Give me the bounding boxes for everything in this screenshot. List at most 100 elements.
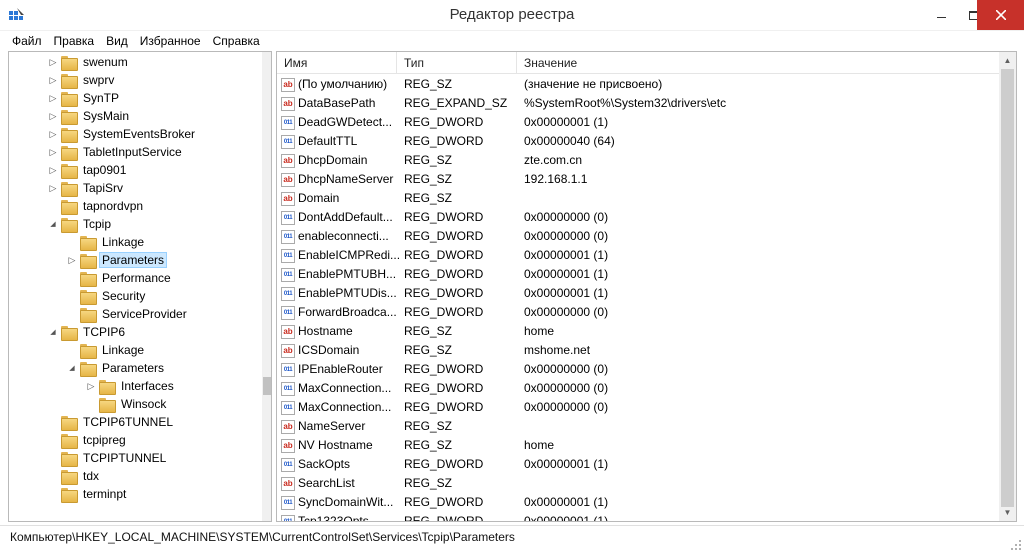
- value-name-cell[interactable]: 011 IPEnableRouter: [281, 360, 399, 379]
- expand-arrow-icon[interactable]: ▷: [47, 161, 59, 179]
- value-name-cell[interactable]: 011 DefaultTTL: [281, 132, 399, 151]
- tree-node-label[interactable]: SysMain: [80, 108, 132, 124]
- tree-node-label[interactable]: SynTP: [80, 90, 122, 106]
- tree-node[interactable]: tcpipreg: [47, 431, 129, 449]
- tree-node-label[interactable]: swenum: [80, 54, 131, 70]
- value-name-cell[interactable]: ab ICSDomain: [281, 341, 399, 360]
- list-row[interactable]: ab SearchList REG_SZ: [277, 474, 999, 493]
- list-row[interactable]: 011 DeadGWDetect... REG_DWORD 0x00000001 (1…: [277, 113, 999, 132]
- value-name-cell[interactable]: ab DhcpDomain: [281, 151, 399, 170]
- tree-node[interactable]: ▷ TabletInputService: [47, 143, 185, 161]
- value-name-cell[interactable]: 011 EnableICMPRedi...: [281, 246, 399, 265]
- tree-node[interactable]: ▷ SynTP: [47, 89, 122, 107]
- value-name-cell[interactable]: ab DhcpNameServer: [281, 170, 399, 189]
- tree-node[interactable]: ◢ Tcpip: [47, 215, 114, 233]
- tree-node[interactable]: Winsock: [85, 395, 169, 413]
- tree-node-label[interactable]: TCPIPTUNNEL: [80, 450, 169, 466]
- tree-node[interactable]: ▷ Interfaces: [85, 377, 177, 395]
- list-row[interactable]: 011 EnablePMTUBH... REG_DWORD 0x00000001 (1…: [277, 265, 999, 284]
- tree-node[interactable]: ▷ SystemEventsBroker: [47, 125, 198, 143]
- tree-node-label[interactable]: SystemEventsBroker: [80, 126, 198, 142]
- collapse-arrow-icon[interactable]: ◢: [47, 215, 59, 233]
- value-name-cell[interactable]: 011 SyncDomainWit...: [281, 493, 399, 512]
- value-name-cell[interactable]: 011 EnablePMTUDis...: [281, 284, 399, 303]
- tree-node[interactable]: terminpt: [47, 485, 129, 503]
- value-name-cell[interactable]: 011 EnablePMTUBH...: [281, 265, 399, 284]
- collapse-arrow-icon[interactable]: ◢: [66, 359, 78, 377]
- value-name-cell[interactable]: 011 DeadGWDetect...: [281, 113, 399, 132]
- list-row[interactable]: ab ICSDomain REG_SZ mshome.net: [277, 341, 999, 360]
- expand-arrow-icon[interactable]: ▷: [47, 179, 59, 197]
- expand-arrow-icon[interactable]: ▷: [47, 71, 59, 89]
- list-row[interactable]: ab DhcpNameServer REG_SZ 192.168.1.1: [277, 170, 999, 189]
- column-header-name[interactable]: Имя: [277, 52, 397, 74]
- list-row[interactable]: ab DhcpDomain REG_SZ zte.com.cn: [277, 151, 999, 170]
- list-scrollbar[interactable]: ▲ ▼: [999, 52, 1016, 521]
- tree-node[interactable]: tdx: [47, 467, 102, 485]
- tree-node-label[interactable]: TCPIP6TUNNEL: [80, 414, 176, 430]
- tree-node[interactable]: ▷ TapiSrv: [47, 179, 126, 197]
- list-row[interactable]: ab (По умолчанию) REG_SZ (значение не присв…: [277, 75, 999, 94]
- menu-file[interactable]: Файл: [10, 34, 44, 48]
- registry-tree[interactable]: ▷ swenum ▷ swprv ▷ SynTP ▷ SysMain ▷ SystemEvents…: [8, 51, 272, 522]
- expand-arrow-icon[interactable]: ▷: [66, 251, 78, 269]
- scroll-down-arrow-icon[interactable]: ▼: [999, 504, 1016, 521]
- tree-node[interactable]: ▷ tap0901: [47, 161, 129, 179]
- tree-node-label[interactable]: Tcpip: [80, 216, 114, 232]
- tree-node-label[interactable]: Security: [99, 288, 148, 304]
- expand-arrow-icon[interactable]: ▷: [85, 377, 97, 395]
- column-header-data[interactable]: Значение: [517, 52, 999, 74]
- list-row[interactable]: 011 EnableICMPRedi... REG_DWORD 0x00000001 …: [277, 246, 999, 265]
- tree-node[interactable]: ServiceProvider: [66, 305, 190, 323]
- tree-node-label[interactable]: Linkage: [99, 234, 147, 250]
- collapse-arrow-icon[interactable]: ◢: [47, 323, 59, 341]
- value-name-cell[interactable]: ab NV Hostname: [281, 436, 399, 455]
- list-row[interactable]: 011 SackOpts REG_DWORD 0x00000001 (1): [277, 455, 999, 474]
- tree-node-label[interactable]: tapnordvpn: [80, 198, 146, 214]
- tree-node-label-selected[interactable]: Parameters: [99, 252, 168, 268]
- column-header-type[interactable]: Тип: [397, 52, 517, 74]
- value-name-cell[interactable]: 011 MaxConnection...: [281, 398, 399, 417]
- list-row[interactable]: 011 DontAddDefault... REG_DWORD 0x00000000 …: [277, 208, 999, 227]
- tree-node[interactable]: Performance: [66, 269, 174, 287]
- list-row[interactable]: 011 DefaultTTL REG_DWORD 0x00000040 (64): [277, 132, 999, 151]
- value-name-cell[interactable]: ab DataBasePath: [281, 94, 399, 113]
- tree-node-label[interactable]: swprv: [80, 72, 117, 88]
- expand-arrow-icon[interactable]: ▷: [47, 107, 59, 125]
- tree-node[interactable]: ▷ SysMain: [47, 107, 132, 125]
- value-name-cell[interactable]: 011 ForwardBroadca...: [281, 303, 399, 322]
- tree-node[interactable]: Security: [66, 287, 148, 305]
- value-name-cell[interactable]: 011 SackOpts: [281, 455, 399, 474]
- value-name-cell[interactable]: ab NameServer: [281, 417, 399, 436]
- value-name-cell[interactable]: ab (По умолчанию): [281, 75, 399, 94]
- tree-scrollbar[interactable]: [262, 52, 271, 521]
- list-row[interactable]: 011 Tcp1323Opts REG_DWORD 0x00000001 (1): [277, 512, 999, 521]
- expand-arrow-icon[interactable]: ▷: [47, 89, 59, 107]
- tree-node-label[interactable]: Linkage: [99, 342, 147, 358]
- tree-node-label[interactable]: Interfaces: [118, 378, 177, 394]
- tree-node[interactable]: ◢ Parameters: [66, 359, 167, 377]
- tree-node-label[interactable]: TCPIP6: [80, 324, 128, 340]
- list-row[interactable]: 011 enableconnecti... REG_DWORD 0x00000000 …: [277, 227, 999, 246]
- list-row[interactable]: ab Hostname REG_SZ home: [277, 322, 999, 341]
- list-row[interactable]: ab Domain REG_SZ: [277, 189, 999, 208]
- menu-edit[interactable]: Правка: [52, 34, 97, 48]
- value-name-cell[interactable]: 011 Tcp1323Opts: [281, 512, 399, 521]
- tree-node-label[interactable]: TapiSrv: [80, 180, 126, 196]
- menu-favorites[interactable]: Избранное: [138, 34, 203, 48]
- tree-node[interactable]: tapnordvpn: [47, 197, 146, 215]
- tree-node-label[interactable]: ServiceProvider: [99, 306, 190, 322]
- list-row[interactable]: ab NV Hostname REG_SZ home: [277, 436, 999, 455]
- close-button[interactable]: [977, 0, 1024, 30]
- menu-help[interactable]: Справка: [211, 34, 262, 48]
- scroll-up-arrow-icon[interactable]: ▲: [999, 52, 1016, 69]
- tree-scrollbar-thumb[interactable]: [263, 377, 271, 395]
- expand-arrow-icon[interactable]: ▷: [47, 53, 59, 71]
- tree-node-label[interactable]: TabletInputService: [80, 144, 185, 160]
- tree-node-label[interactable]: tdx: [80, 468, 102, 484]
- tree-node-label[interactable]: Performance: [99, 270, 174, 286]
- value-name-cell[interactable]: 011 enableconnecti...: [281, 227, 399, 246]
- value-name-cell[interactable]: ab Domain: [281, 189, 399, 208]
- list-scrollbar-thumb[interactable]: [1001, 69, 1014, 507]
- list-row[interactable]: 011 EnablePMTUDis... REG_DWORD 0x00000001 (…: [277, 284, 999, 303]
